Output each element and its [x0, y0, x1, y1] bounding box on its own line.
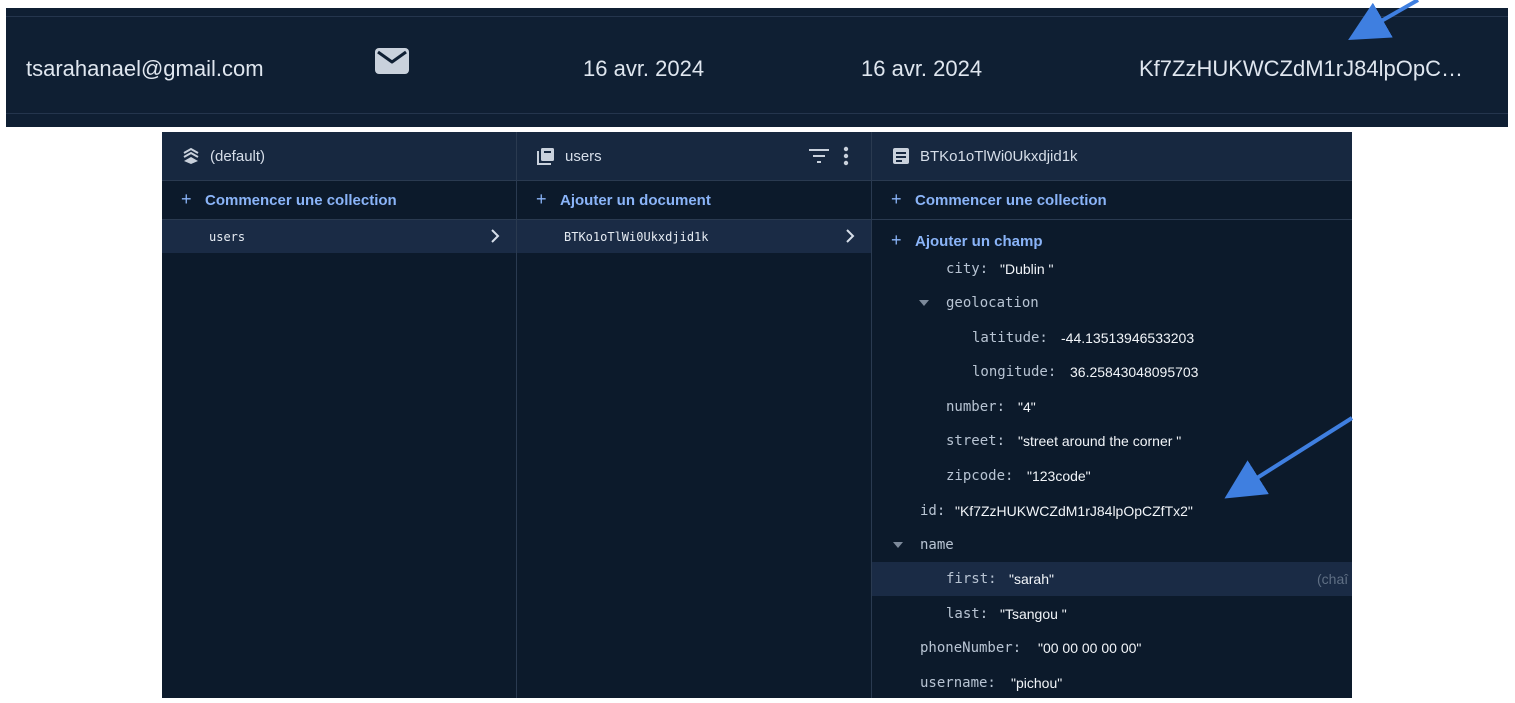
field-value: -44.13513946533203: [1061, 330, 1195, 346]
caret-down-icon[interactable]: [893, 542, 903, 548]
add-document-button[interactable]: + Ajouter un document: [517, 181, 871, 220]
user-signed-in-date: 16 avr. 2024: [861, 56, 983, 81]
plus-icon: +: [891, 230, 902, 250]
database-column: (default) + Commencer une collection use…: [162, 132, 517, 698]
plus-icon: +: [536, 189, 547, 209]
document-item-label: BTKo1oTlWi0Ukxdjid1k: [564, 230, 709, 244]
collection-item-label: users: [209, 230, 246, 244]
collection-column-header: users: [517, 132, 871, 181]
field-value: "Kf7ZzHUKWCZdM1rJ84lpOpCZfTx2": [955, 503, 1193, 519]
field-key: id:: [920, 503, 946, 519]
document-column-header: BTKo1oTlWi0Ukxdjid1k: [872, 132, 1352, 181]
database-icon: [183, 147, 199, 164]
field-key: number:: [946, 399, 1006, 415]
plus-icon: +: [891, 189, 902, 209]
more-vert-icon[interactable]: [843, 146, 849, 166]
field-key: first:: [946, 571, 997, 587]
field-key: city:: [946, 261, 989, 277]
field-value: 36.25843048095703: [1070, 364, 1199, 380]
field-value: "Dublin ": [1000, 261, 1054, 277]
field-row-phone-number[interactable]: phoneNumber: "00 00 00 00 00": [872, 631, 1352, 665]
field-row-geolocation[interactable]: geolocation: [872, 286, 1352, 320]
database-title: (default): [210, 148, 266, 165]
user-row[interactable]: tsarahanael@gmail.com 16 avr. 2024 16 av…: [6, 16, 1508, 114]
field-row-id[interactable]: id: "Kf7ZzHUKWCZdM1rJ84lpOpCZfTx2": [872, 494, 1352, 528]
document-title: BTKo1oTlWi0Ukxdjid1k: [920, 148, 1078, 165]
field-row-city[interactable]: city: "Dublin ": [872, 252, 1352, 286]
filter-icon[interactable]: [809, 148, 829, 164]
mail-icon: [375, 48, 409, 74]
chevron-right-icon: [491, 229, 500, 243]
collection-column: users + Ajouter un document BTKo1oTlWi0U…: [517, 132, 872, 698]
start-collection-label: Commencer une collection: [205, 192, 397, 209]
field-key: geolocation: [946, 295, 1039, 311]
field-key: street:: [946, 433, 1006, 449]
field-key: name: [920, 537, 954, 553]
chevron-right-icon: [846, 229, 855, 243]
field-key: longitude:: [972, 364, 1057, 380]
plus-icon: +: [181, 189, 192, 209]
field-row-name[interactable]: name: [872, 528, 1352, 562]
field-value: "123code": [1027, 468, 1091, 484]
collection-item-users[interactable]: users: [162, 220, 516, 253]
document-icon: [893, 148, 909, 164]
field-value: "pichou": [1011, 675, 1063, 691]
field-value: "4": [1018, 399, 1036, 415]
screenshot-root: tsarahanael@gmail.com 16 avr. 2024 16 av…: [0, 0, 1515, 703]
collection-title: users: [565, 148, 602, 165]
field-row-first[interactable]: first: "sarah" (chaî: [872, 562, 1352, 596]
field-row-longitude[interactable]: longitude: 36.25843048095703: [872, 355, 1352, 389]
add-field-label: Ajouter un champ: [915, 233, 1043, 250]
database-column-header: (default): [162, 132, 516, 181]
field-row-street[interactable]: street: "street around the corner ": [872, 424, 1352, 458]
field-key: username:: [920, 675, 996, 691]
field-value: "00 00 00 00 00": [1038, 640, 1142, 656]
caret-down-icon[interactable]: [919, 300, 929, 306]
start-subcollection-button[interactable]: + Commencer une collection: [872, 181, 1352, 220]
field-key: phoneNumber:: [920, 640, 1022, 656]
field-key: zipcode:: [946, 468, 1014, 484]
add-document-label: Ajouter un document: [560, 192, 711, 209]
field-row-latitude[interactable]: latitude: -44.13513946533203: [872, 321, 1352, 355]
field-type-label: (chaî: [1317, 571, 1349, 587]
field-row-username[interactable]: username: "pichou": [872, 666, 1352, 698]
field-value: "sarah": [1009, 571, 1054, 587]
field-key: last:: [946, 606, 989, 622]
collection-icon: [537, 148, 554, 165]
field-row-last[interactable]: last: "Tsangou ": [872, 597, 1352, 631]
document-column: BTKo1oTlWi0Ukxdjid1k + Commencer une col…: [872, 132, 1352, 698]
user-email: tsarahanael@gmail.com: [26, 56, 264, 81]
document-item[interactable]: BTKo1oTlWi0Ukxdjid1k: [517, 220, 871, 253]
firestore-panel: (default) + Commencer une collection use…: [162, 132, 1352, 698]
field-row-number[interactable]: number: "4": [872, 390, 1352, 424]
field-row-zipcode[interactable]: zipcode: "123code": [872, 459, 1352, 493]
field-key: latitude:: [972, 330, 1048, 346]
start-subcollection-label: Commencer une collection: [915, 192, 1107, 209]
user-created-date: 16 avr. 2024: [583, 56, 705, 81]
field-value: "street around the corner ": [1018, 433, 1182, 449]
auth-user-strip: tsarahanael@gmail.com 16 avr. 2024 16 av…: [6, 8, 1508, 127]
start-collection-button[interactable]: + Commencer une collection: [162, 181, 516, 220]
field-value: "Tsangou ": [1000, 606, 1067, 622]
user-uid[interactable]: Kf7ZzHUKWCZdM1rJ84lpOpC…: [1139, 56, 1463, 82]
